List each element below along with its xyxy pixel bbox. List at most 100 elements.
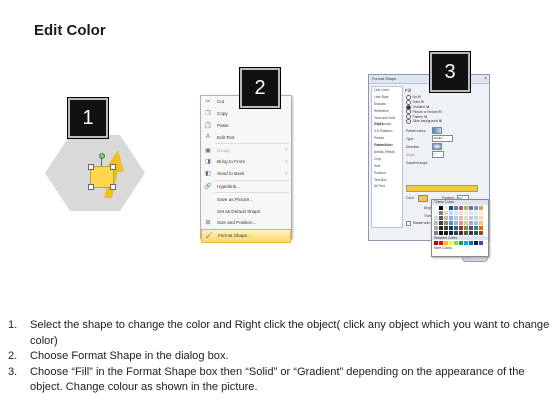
nav-item[interactable]: Size xyxy=(372,163,402,170)
menu-item-hyperlink[interactable]: 🔗 Hyperlink... xyxy=(201,181,291,193)
nav-item[interactable]: Picture Color xyxy=(372,142,402,149)
color-swatch[interactable] xyxy=(474,220,478,225)
color-swatch[interactable] xyxy=(459,215,463,220)
menu-item-bring-to-front[interactable]: ◨ Bring to Front › xyxy=(201,156,291,168)
color-swatch[interactable] xyxy=(459,220,463,225)
color-swatch[interactable] xyxy=(434,225,438,230)
color-swatch[interactable] xyxy=(449,230,453,235)
color-swatch[interactable] xyxy=(444,205,448,210)
color-swatch[interactable] xyxy=(469,205,473,210)
color-swatch[interactable] xyxy=(449,205,453,210)
color-swatch[interactable] xyxy=(474,215,478,220)
rotation-handle[interactable] xyxy=(99,153,105,159)
menu-item-size-and-position[interactable]: ⊞ Size and Position... xyxy=(201,217,291,229)
color-swatch[interactable] xyxy=(459,230,463,235)
color-swatch[interactable] xyxy=(439,225,443,230)
color-swatch[interactable] xyxy=(449,220,453,225)
nav-item[interactable]: Alt Text xyxy=(372,183,402,190)
nav-item[interactable]: Shadow xyxy=(372,101,402,108)
resize-handle[interactable] xyxy=(88,184,94,190)
color-swatch[interactable] xyxy=(449,215,453,220)
color-swatch[interactable] xyxy=(434,215,438,220)
color-swatch[interactable] xyxy=(459,241,463,245)
color-swatch[interactable] xyxy=(434,205,438,210)
angle-input[interactable]: 0° xyxy=(432,151,444,159)
menu-item-send-to-back[interactable]: ◧ Send to Back › xyxy=(201,168,291,180)
color-dropdown[interactable] xyxy=(418,194,428,202)
menu-item-set-as-default-shape[interactable]: Set as Default Shape xyxy=(201,205,291,217)
color-swatch[interactable] xyxy=(479,230,483,235)
color-swatch[interactable] xyxy=(434,210,438,215)
radio-button[interactable] xyxy=(406,99,411,105)
resize-handle[interactable] xyxy=(110,184,116,190)
color-swatch[interactable] xyxy=(479,241,483,245)
color-swatch[interactable] xyxy=(444,225,448,230)
nav-item[interactable]: Position xyxy=(372,170,402,177)
color-swatch[interactable] xyxy=(464,230,468,235)
close-icon[interactable]: × xyxy=(484,76,487,82)
resize-handle[interactable] xyxy=(110,164,116,170)
resize-handle[interactable] xyxy=(88,164,94,170)
menu-item-format-shape[interactable]: 🖌 Format Shape... xyxy=(201,228,291,243)
color-swatch[interactable] xyxy=(469,215,473,220)
color-swatch[interactable] xyxy=(464,205,468,210)
more-colors-link[interactable]: More Colors... xyxy=(432,246,488,251)
color-swatch[interactable] xyxy=(464,220,468,225)
type-dropdown[interactable]: Radial xyxy=(432,135,453,143)
color-swatch[interactable] xyxy=(439,241,443,245)
color-swatch[interactable] xyxy=(464,210,468,215)
nav-item[interactable]: Line Color xyxy=(372,87,402,94)
color-swatch[interactable] xyxy=(439,220,443,225)
color-swatch[interactable] xyxy=(439,215,443,220)
color-swatch[interactable] xyxy=(439,210,443,215)
color-swatch[interactable] xyxy=(454,205,458,210)
color-swatch[interactable] xyxy=(469,225,473,230)
color-swatch[interactable] xyxy=(439,230,443,235)
direction-dropdown[interactable] xyxy=(432,143,442,151)
menu-item-edit-text[interactable]: A Edit Text xyxy=(201,131,291,143)
color-swatch[interactable] xyxy=(444,230,448,235)
color-swatch[interactable] xyxy=(444,210,448,215)
color-swatch[interactable] xyxy=(479,215,483,220)
radio-button[interactable] xyxy=(406,118,411,124)
color-swatch[interactable] xyxy=(479,210,483,215)
color-swatch[interactable] xyxy=(464,215,468,220)
color-swatch[interactable] xyxy=(454,230,458,235)
menu-item-group[interactable]: ▣ Group › xyxy=(201,144,291,156)
menu-item-copy[interactable]: ❐ Copy xyxy=(201,108,291,120)
gradient-stops-bar[interactable] xyxy=(406,185,478,192)
color-swatch[interactable] xyxy=(434,220,438,225)
color-swatch[interactable] xyxy=(474,205,478,210)
menu-item-save-as-picture[interactable]: Save as Picture... xyxy=(201,193,291,205)
color-swatch[interactable] xyxy=(434,230,438,235)
nav-item[interactable]: Artistic Effects xyxy=(372,149,402,156)
color-swatch[interactable] xyxy=(454,241,458,245)
color-swatch[interactable] xyxy=(449,225,453,230)
color-swatch[interactable] xyxy=(469,210,473,215)
nav-item[interactable]: Picture Corrections xyxy=(372,135,402,147)
nav-item[interactable]: 3-D Rotation xyxy=(372,128,402,135)
color-swatch[interactable] xyxy=(469,220,473,225)
color-swatch[interactable] xyxy=(444,215,448,220)
nav-item[interactable]: Reflection xyxy=(372,108,402,115)
color-swatch[interactable] xyxy=(444,241,448,245)
color-swatch[interactable] xyxy=(439,205,443,210)
menu-item-paste[interactable]: 📋 Paste xyxy=(201,120,291,132)
color-swatch[interactable] xyxy=(474,225,478,230)
color-swatch[interactable] xyxy=(459,205,463,210)
nav-item[interactable]: 3-D Format xyxy=(372,121,402,128)
color-swatch[interactable] xyxy=(469,230,473,235)
color-swatch[interactable] xyxy=(449,241,453,245)
nav-item[interactable]: Glow and Soft Edges xyxy=(372,115,402,127)
nav-item[interactable]: Text Box xyxy=(372,177,402,184)
color-swatch[interactable] xyxy=(454,220,458,225)
nav-item[interactable]: Crop xyxy=(372,156,402,163)
color-swatch[interactable] xyxy=(464,225,468,230)
nav-item[interactable]: Line Style xyxy=(372,94,402,101)
color-swatch[interactable] xyxy=(469,241,473,245)
color-swatch[interactable] xyxy=(449,210,453,215)
color-swatch[interactable] xyxy=(459,225,463,230)
color-swatch[interactable] xyxy=(474,210,478,215)
color-swatch[interactable] xyxy=(454,210,458,215)
color-swatch[interactable] xyxy=(444,220,448,225)
